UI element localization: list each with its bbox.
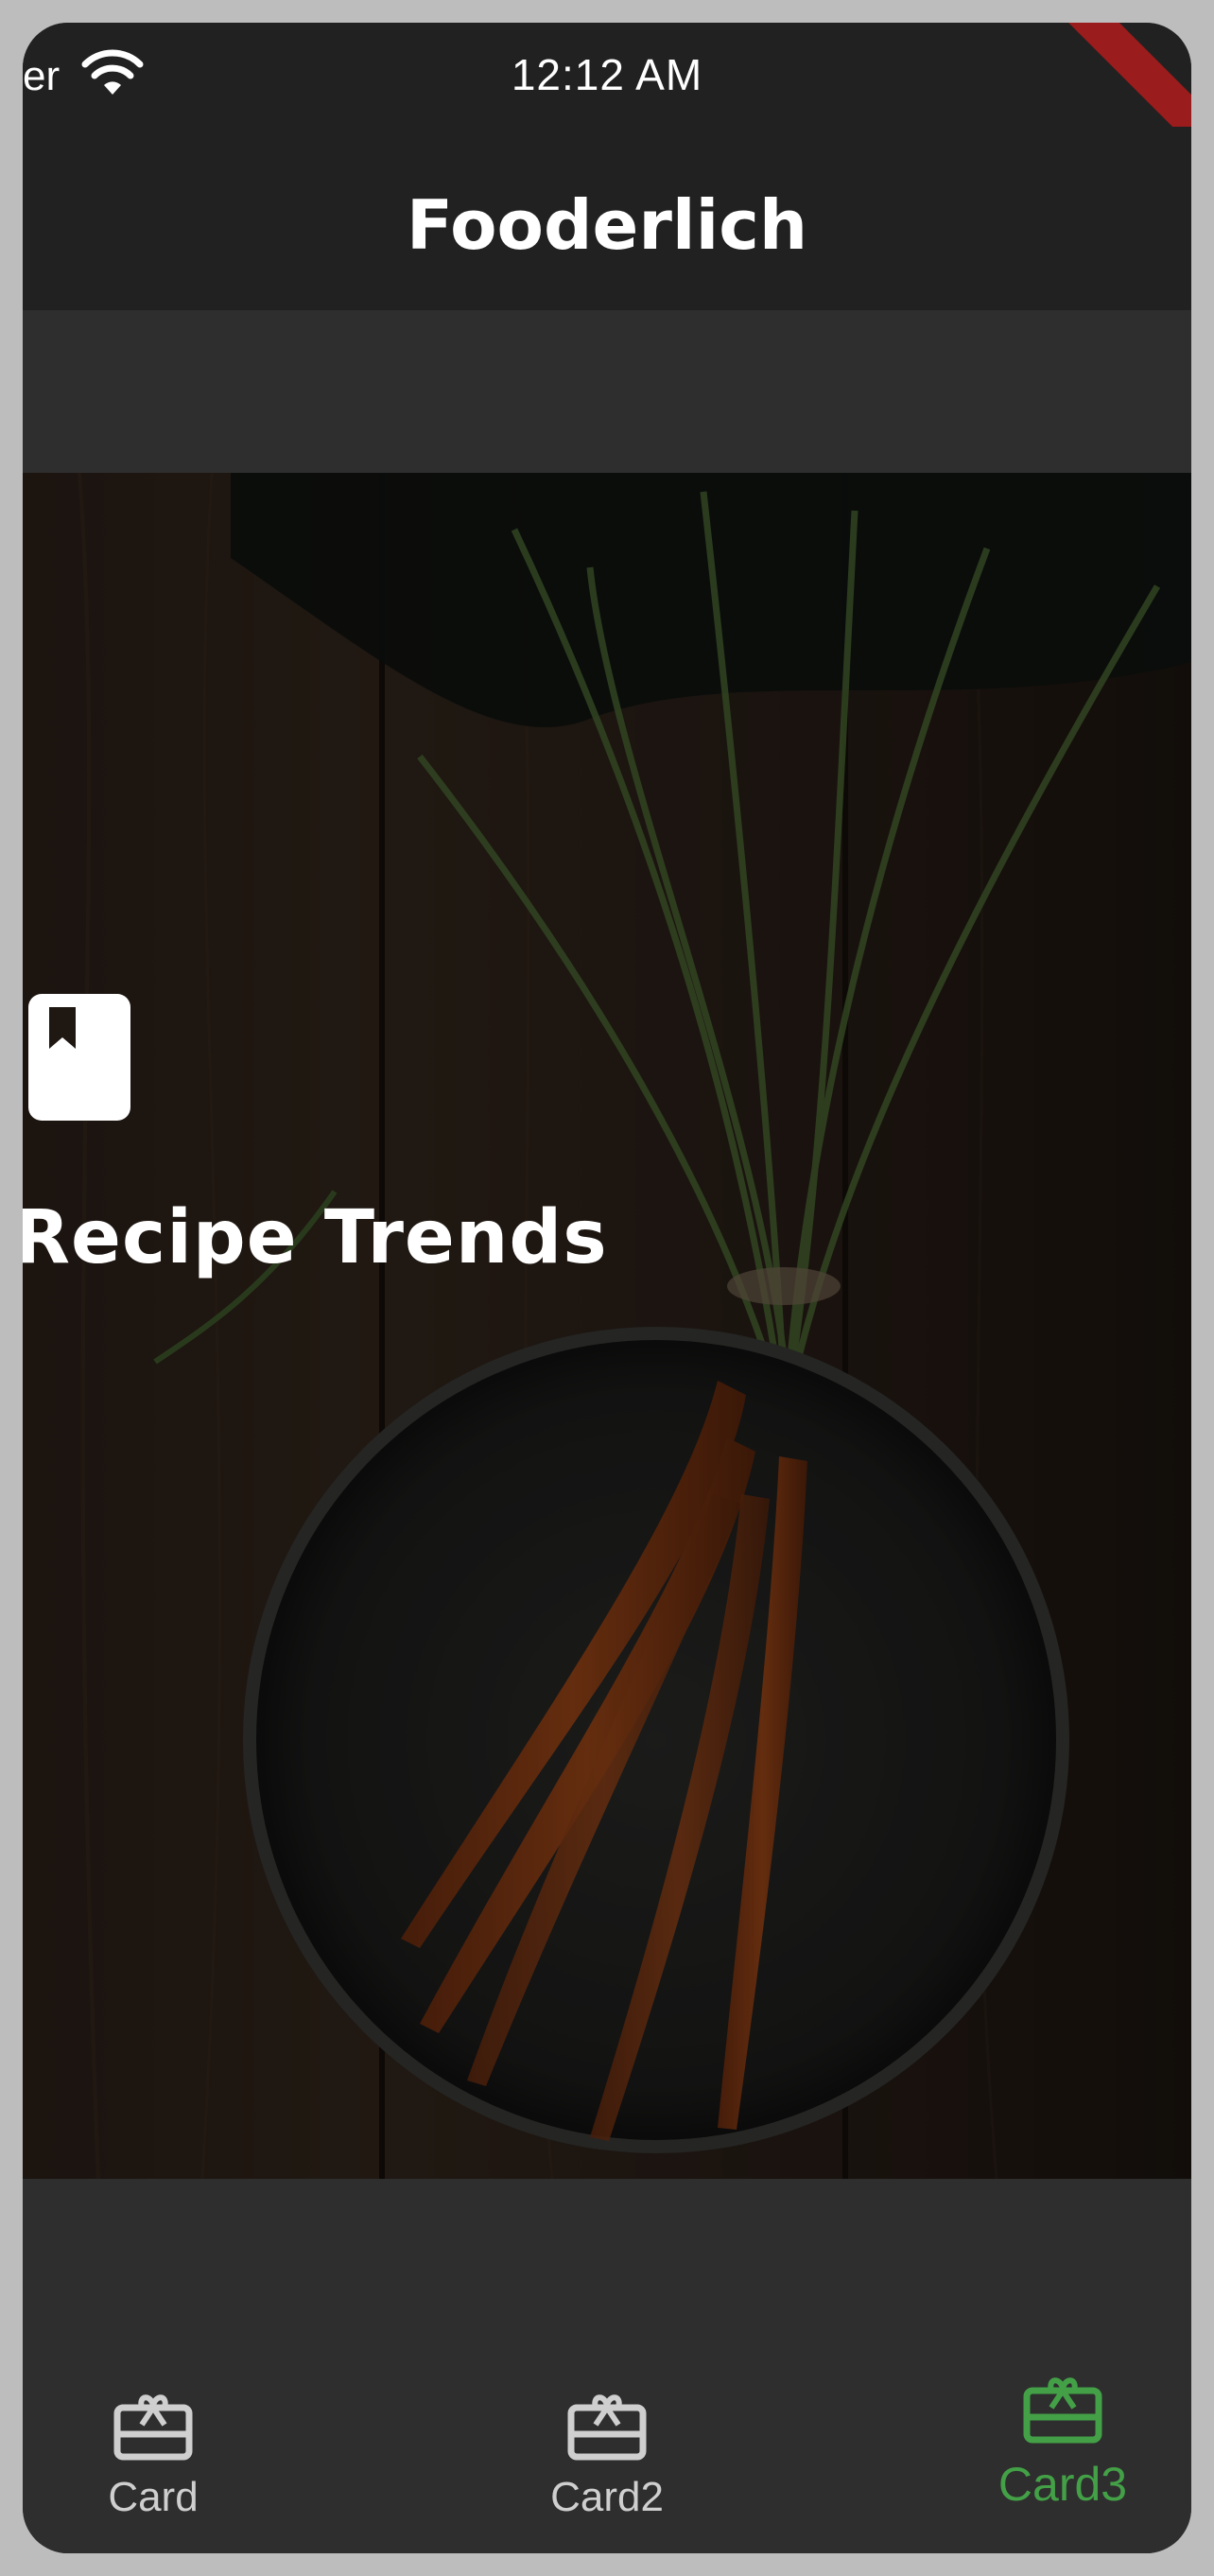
card-giftcard-icon	[567, 2394, 647, 2461]
tab-card2[interactable]: Card2	[512, 2393, 702, 2521]
card-giftcard-icon	[113, 2394, 193, 2461]
tab-card-label: Card	[108, 2474, 199, 2520]
tab-card[interactable]: Card	[59, 2393, 248, 2521]
bookmark-icon	[28, 994, 130, 1121]
tab-card2-label: Card2	[550, 2474, 664, 2520]
card-title: Recipe Trends	[23, 1195, 608, 1280]
recipe-trends-card[interactable]: Recipe Trends	[23, 473, 1191, 2179]
card-giftcard-icon	[1023, 2377, 1102, 2444]
status-bar: er 12:12 AM	[23, 23, 1191, 164]
card-background-image	[23, 473, 1191, 2179]
phone-screen: er 12:12 AM Fooderlich Recipe Trends Car…	[23, 23, 1191, 2553]
app-title: Fooderlich	[406, 185, 808, 265]
status-time: 12:12 AM	[511, 50, 703, 99]
device-frame: er 12:12 AM Fooderlich Recipe Trends Car…	[0, 0, 1214, 2576]
tab-card3-label: Card3	[997, 2458, 1128, 2511]
tab-card3[interactable]: Card3	[968, 2376, 1157, 2512]
app-bar: Fooderlich	[23, 127, 1191, 310]
